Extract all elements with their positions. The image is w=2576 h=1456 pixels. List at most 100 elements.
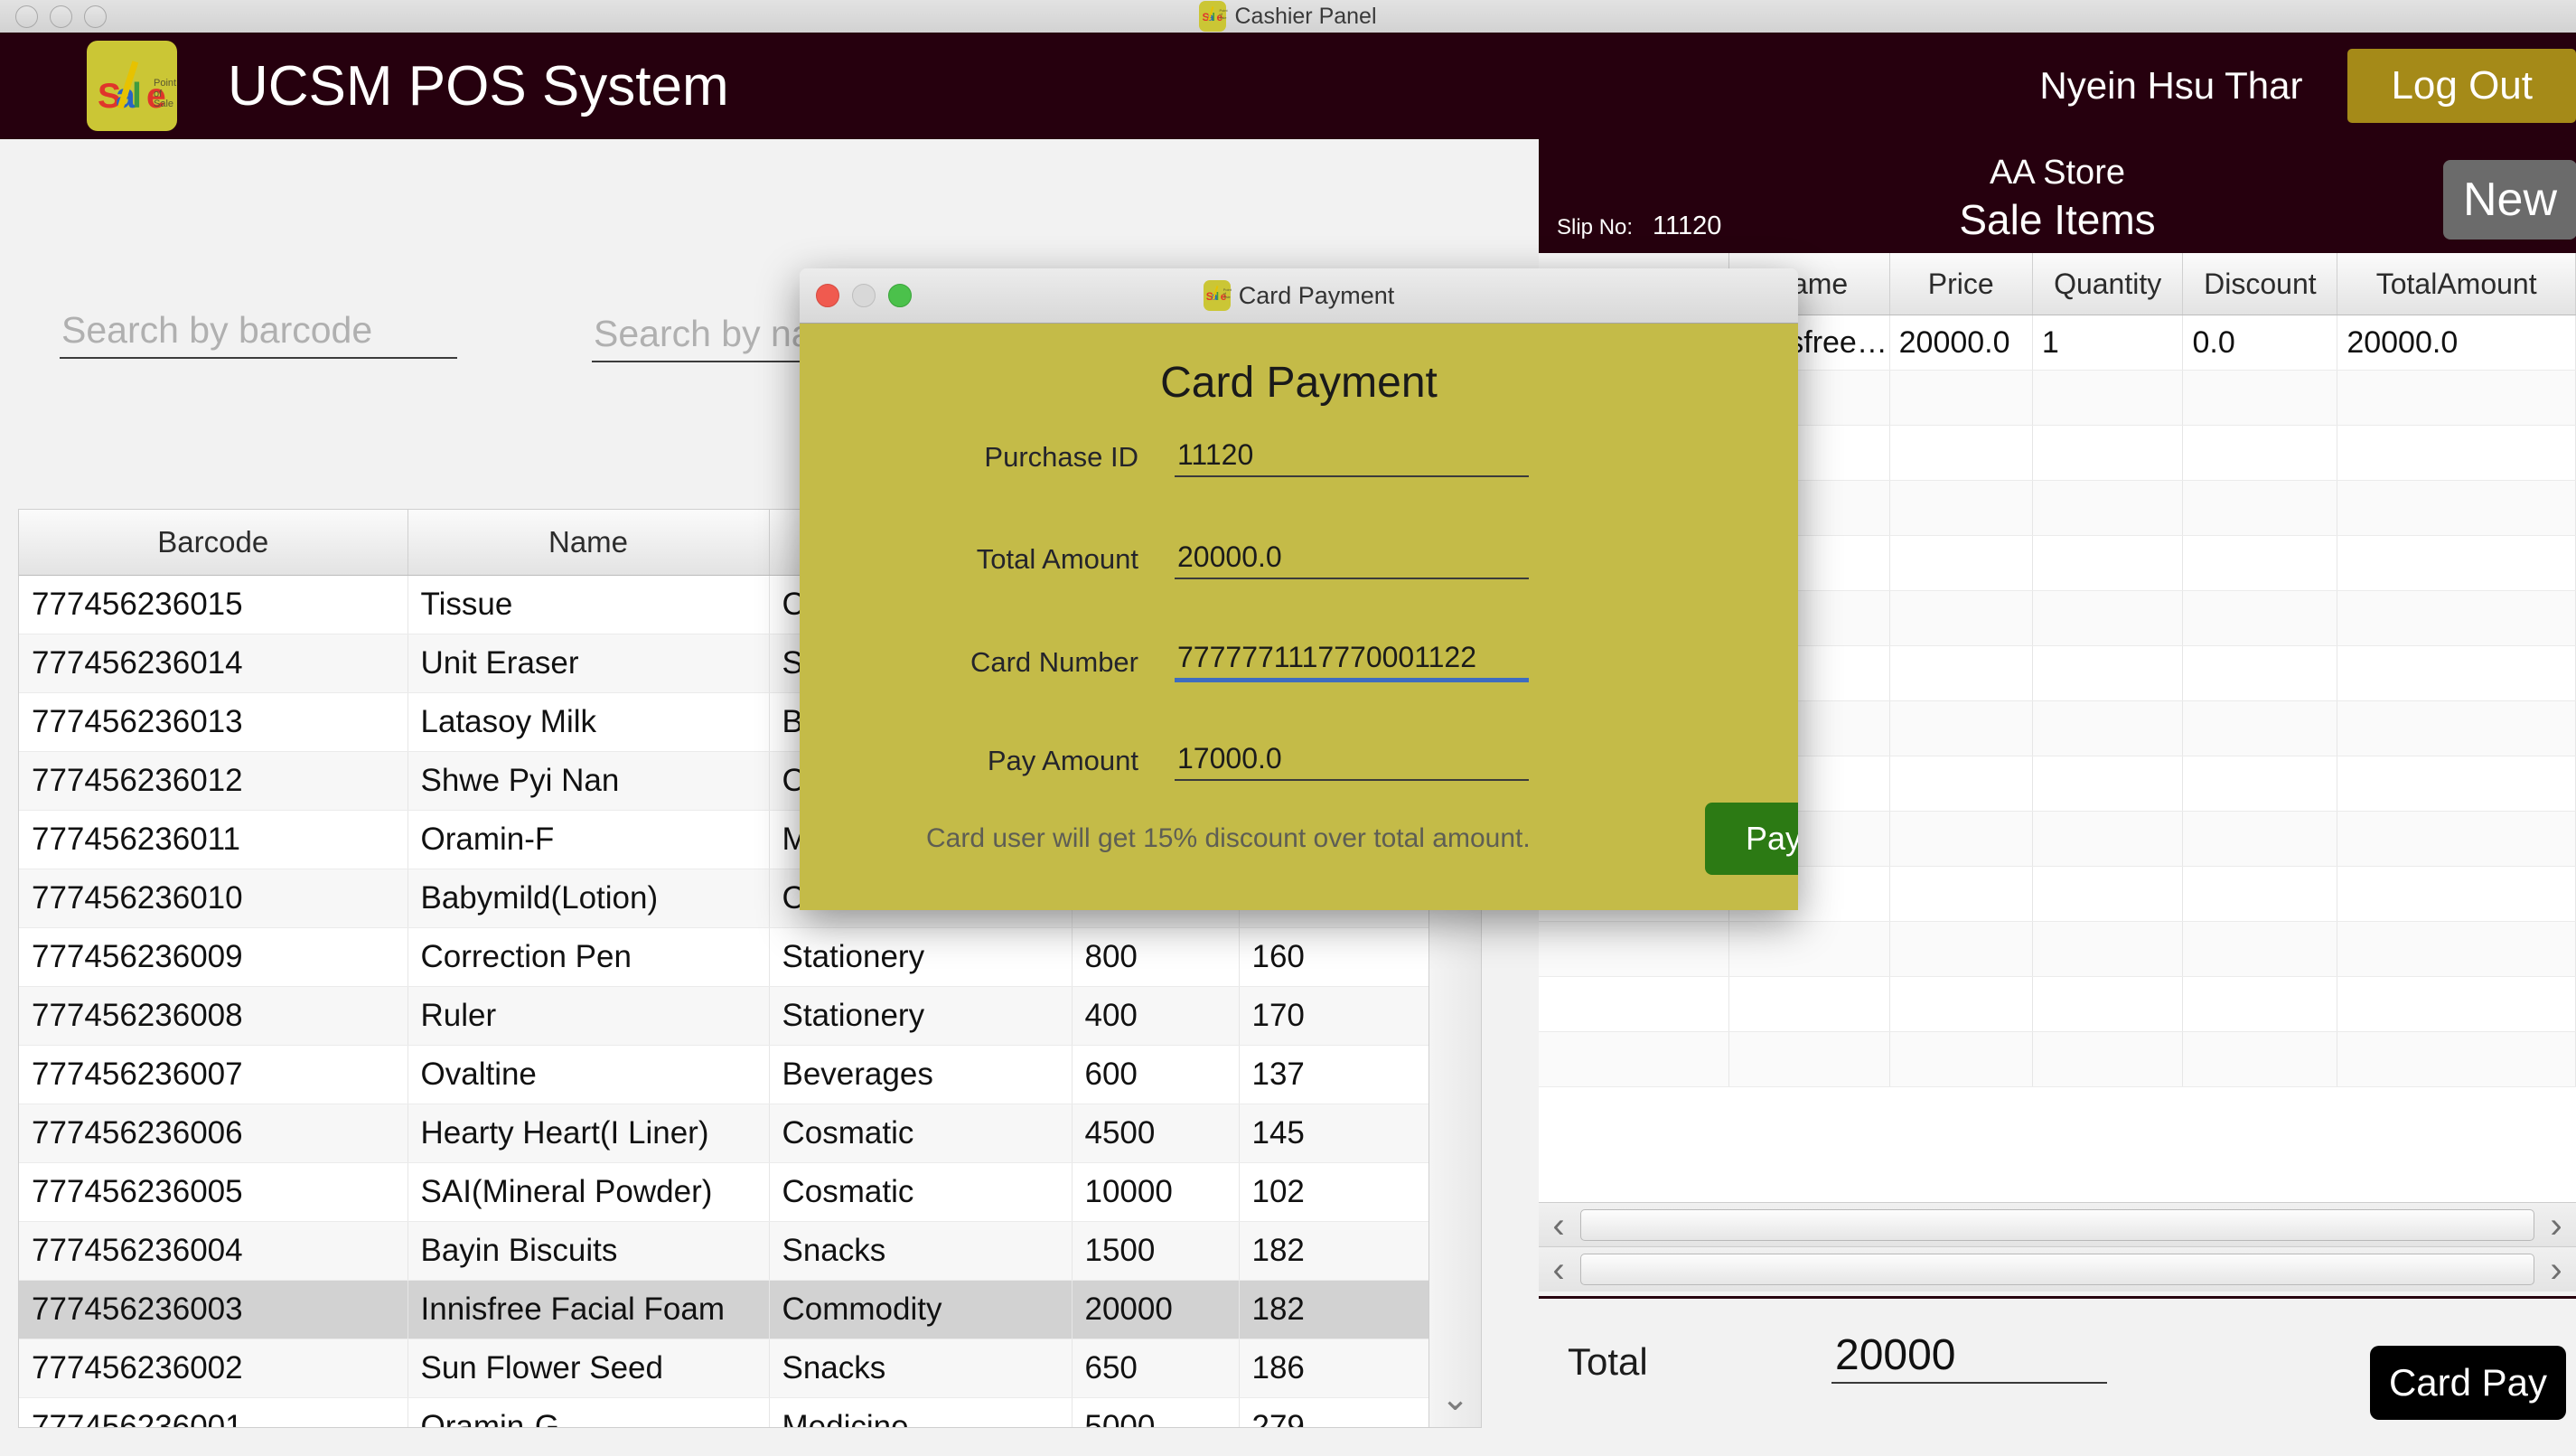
close-window-button[interactable] bbox=[15, 5, 38, 28]
dialog-minimize-button[interactable] bbox=[852, 284, 876, 307]
page-title: UCSM POS System bbox=[228, 54, 729, 118]
product-column-header[interactable]: Barcode bbox=[19, 510, 407, 576]
table-row[interactable]: 777456236005SAI(Mineral Powder)Cosmatic1… bbox=[19, 1163, 1429, 1222]
product-category-cell: Medicine bbox=[769, 1398, 1072, 1429]
sale-name-cell bbox=[1729, 922, 1889, 977]
sale-price-cell bbox=[1889, 536, 2032, 591]
dialog-pay-amount-input[interactable]: 17000.0 bbox=[1175, 728, 1529, 781]
sale-price-cell bbox=[1889, 646, 2032, 701]
product-name-cell: Babymild(Lotion) bbox=[407, 869, 769, 928]
sale-column-header[interactable]: Discount bbox=[2183, 253, 2337, 315]
product-barcode-cell: 777456236003 bbox=[19, 1281, 407, 1339]
chevron-right-icon[interactable]: › bbox=[2536, 1252, 2576, 1288]
product-category-cell: Cosmatic bbox=[769, 1163, 1072, 1222]
search-barcode-input[interactable] bbox=[60, 309, 459, 357]
sale-column-header[interactable]: Quantity bbox=[2032, 253, 2183, 315]
dialog-window-title: Card Payment bbox=[1239, 282, 1395, 310]
table-row[interactable]: 777456236007OvaltineBeverages600137 bbox=[19, 1046, 1429, 1104]
sale-barcode-cell bbox=[1539, 977, 1729, 1032]
sale-barcode-cell bbox=[1539, 1032, 1729, 1087]
total-value-field[interactable]: 20000 bbox=[1831, 1333, 2107, 1384]
scrollbar-thumb[interactable] bbox=[1580, 1209, 2534, 1241]
current-user-name: Nyein Hsu Thar bbox=[2039, 64, 2302, 108]
total-amount-value: 20000.0 bbox=[1177, 540, 1282, 574]
product-name-cell: Latasoy Milk bbox=[407, 693, 769, 752]
product-price-cell: 1500 bbox=[1072, 1222, 1239, 1281]
total-value: 20000 bbox=[1835, 1330, 1955, 1380]
sale-table-horizontal-scrollbar-bottom[interactable]: ‹ › bbox=[1539, 1246, 2576, 1292]
sale-total-cell bbox=[2337, 1032, 2576, 1087]
store-name: AA Store bbox=[1539, 154, 2576, 193]
product-column-header[interactable]: Name bbox=[407, 510, 769, 576]
table-row[interactable]: 777456236008RulerStationery400170 bbox=[19, 987, 1429, 1046]
table-row[interactable]: 777456236002Sun Flower SeedSnacks650186 bbox=[19, 1339, 1429, 1398]
chevron-down-icon[interactable]: ⌄ bbox=[1429, 1382, 1481, 1416]
table-row[interactable]: 777456236009Correction PenStationery8001… bbox=[19, 928, 1429, 987]
new-sale-button[interactable]: New bbox=[2443, 160, 2576, 240]
sale-price-cell bbox=[1889, 867, 2032, 922]
product-name-cell: Ovaltine bbox=[407, 1046, 769, 1104]
sale-price-cell bbox=[1889, 756, 2032, 812]
sale-items-header: AA Store Sale Items Slip No: 11120 New bbox=[1539, 139, 2576, 253]
pay-button[interactable]: Pay bbox=[1705, 803, 1798, 875]
header-right-group: Nyein Hsu Thar Log Out bbox=[2039, 49, 2576, 123]
search-barcode-field[interactable] bbox=[60, 309, 457, 359]
sale-quantity-cell bbox=[2032, 977, 2183, 1032]
sale-quantity-cell bbox=[2032, 867, 2183, 922]
sale-quantity-cell bbox=[2032, 371, 2183, 426]
product-name-cell: Correction Pen bbox=[407, 928, 769, 987]
dialog-maximize-button[interactable] bbox=[888, 284, 912, 307]
product-name-cell: Bayin Biscuits bbox=[407, 1222, 769, 1281]
table-row[interactable]: 777456236006Hearty Heart(I Liner)Cosmati… bbox=[19, 1104, 1429, 1163]
product-name-cell: Oramin-G bbox=[407, 1398, 769, 1429]
table-row[interactable] bbox=[1539, 922, 2576, 977]
sale-quantity-cell bbox=[2032, 1032, 2183, 1087]
product-name-cell: Shwe Pyi Nan bbox=[407, 752, 769, 811]
product-barcode-cell: 777456236015 bbox=[19, 576, 407, 634]
dialog-window-controls[interactable] bbox=[816, 284, 912, 307]
window-controls[interactable] bbox=[15, 5, 107, 28]
pay-amount-field[interactable] bbox=[1831, 1451, 2107, 1456]
table-row[interactable]: 777456236001Oramin-GMedicine5000279 bbox=[19, 1398, 1429, 1429]
maximize-window-button[interactable] bbox=[84, 5, 107, 28]
totals-area: Total 20000 Pay Amount Change Card Pay P… bbox=[1539, 1296, 2576, 1456]
scrollbar-thumb[interactable] bbox=[1580, 1254, 2534, 1285]
product-barcode-cell: 777456236008 bbox=[19, 987, 407, 1046]
dialog-pay-amount-label: Pay Amount bbox=[867, 745, 1138, 781]
card-pay-button[interactable]: Card Pay bbox=[2370, 1346, 2566, 1420]
table-row[interactable]: 777456236003Innisfree Facial FoamCommodi… bbox=[19, 1281, 1429, 1339]
cashier-panel-window: Sale Point of Sale Cashier Panel S a l e… bbox=[0, 0, 2576, 1456]
sale-table-horizontal-scrollbar-top[interactable]: ‹ › bbox=[1539, 1202, 2576, 1247]
purchase-id-input[interactable]: 11120 bbox=[1175, 425, 1529, 477]
sale-column-header[interactable]: TotalAmount bbox=[2337, 253, 2576, 315]
sale-discount-cell bbox=[2183, 591, 2337, 646]
product-barcode-cell: 777456236006 bbox=[19, 1104, 407, 1163]
sale-price-cell bbox=[1889, 481, 2032, 536]
sale-discount-cell bbox=[2183, 1032, 2337, 1087]
product-category-cell: Stationery bbox=[769, 987, 1072, 1046]
minimize-window-button[interactable] bbox=[50, 5, 72, 28]
product-price-cell: 400 bbox=[1072, 987, 1239, 1046]
chevron-left-icon[interactable]: ‹ bbox=[1539, 1207, 1578, 1244]
product-price-cell: 10000 bbox=[1072, 1163, 1239, 1222]
total-amount-field-row: Total Amount 20000.0 bbox=[867, 527, 1529, 579]
table-row[interactable] bbox=[1539, 977, 2576, 1032]
product-name-cell: Hearty Heart(I Liner) bbox=[407, 1104, 769, 1163]
sale-total-cell bbox=[2337, 426, 2576, 481]
total-amount-input[interactable]: 20000.0 bbox=[1175, 527, 1529, 579]
sale-total-cell bbox=[2337, 812, 2576, 867]
logout-button[interactable]: Log Out bbox=[2347, 49, 2576, 123]
table-row[interactable] bbox=[1539, 1032, 2576, 1087]
dialog-close-button[interactable] bbox=[816, 284, 839, 307]
sale-discount-cell bbox=[2183, 536, 2337, 591]
logo-letter-l: l bbox=[132, 79, 142, 114]
product-name-cell: Sun Flower Seed bbox=[407, 1339, 769, 1398]
chevron-left-icon[interactable]: ‹ bbox=[1539, 1252, 1578, 1288]
sale-price-cell bbox=[1889, 1032, 2032, 1087]
product-name-cell: SAI(Mineral Powder) bbox=[407, 1163, 769, 1222]
card-number-input[interactable]: 7777771117770001122 bbox=[1175, 627, 1529, 682]
sale-quantity-cell bbox=[2032, 922, 2183, 977]
table-row[interactable]: 777456236004Bayin BiscuitsSnacks1500182 bbox=[19, 1222, 1429, 1281]
sale-column-header[interactable]: Price bbox=[1889, 253, 2032, 315]
chevron-right-icon[interactable]: › bbox=[2536, 1207, 2576, 1244]
